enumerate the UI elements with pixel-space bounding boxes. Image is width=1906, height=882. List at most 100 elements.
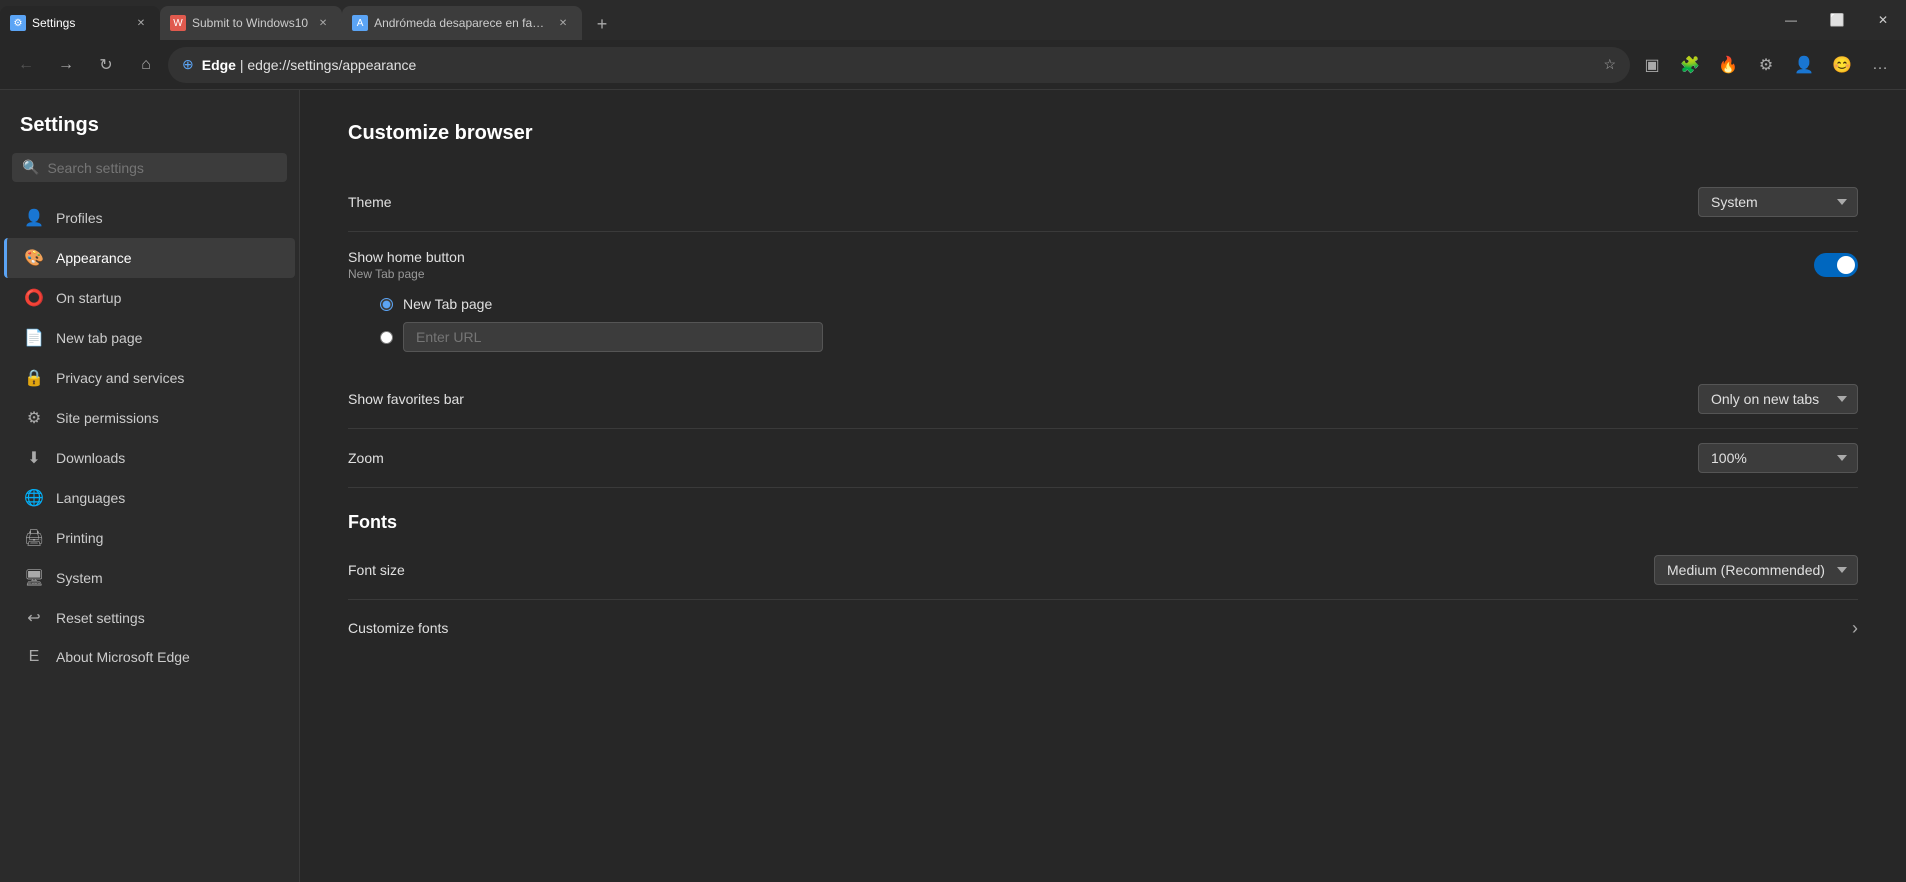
theme-setting-row: Theme System Light Dark <box>348 173 1858 232</box>
home-button-label-group: Show home button New Tab page <box>348 249 465 281</box>
rewards-button[interactable]: 🔥 <box>1710 47 1746 83</box>
titlebar: ⚙ Settings ✕ W Submit to Windows10 ✕ A A… <box>0 0 1906 40</box>
search-icon: 🔍 <box>22 159 39 176</box>
sidebar-label-profiles: Profiles <box>56 210 103 226</box>
radio-new-tab-page: New Tab page <box>380 296 1858 312</box>
radio-enter-url <box>380 322 1858 352</box>
sidebar-label-site-permissions: Site permissions <box>56 410 159 426</box>
window-controls: — ⬜ ✕ <box>1768 0 1906 40</box>
new-tab-button[interactable]: + <box>586 8 618 40</box>
sidebar-label-downloads: Downloads <box>56 450 125 466</box>
sidebar-item-on-startup[interactable]: ⭕ On startup <box>4 278 295 318</box>
extensions-button[interactable]: 🧩 <box>1672 47 1708 83</box>
search-settings-input[interactable] <box>47 160 277 176</box>
radio-new-tab-input[interactable] <box>380 298 393 311</box>
edge-logo-icon: ⊕ <box>182 56 194 73</box>
sidebar-label-privacy-services: Privacy and services <box>56 370 184 386</box>
address-url: edge://settings/appearance <box>247 57 416 73</box>
sidebar-icon-appearance: 🎨 <box>24 248 44 268</box>
back-button[interactable]: ← <box>8 47 44 83</box>
sidebar-item-reset-settings[interactable]: ↩ Reset settings <box>4 598 295 638</box>
sidebar-label-reset-settings: Reset settings <box>56 610 145 626</box>
sidebar-item-new-tab-page[interactable]: 📄 New tab page <box>4 318 295 358</box>
radio-url-input[interactable] <box>380 331 393 344</box>
minimize-button[interactable]: — <box>1768 4 1814 36</box>
tabs-area: ⚙ Settings ✕ W Submit to Windows10 ✕ A A… <box>0 0 1768 40</box>
close-button[interactable]: ✕ <box>1860 4 1906 36</box>
font-size-select[interactable]: Small Medium (Recommended) Large Very La… <box>1654 555 1858 585</box>
home-button-sublabel: New Tab page <box>348 267 465 281</box>
refresh-button[interactable]: ↻ <box>88 47 124 83</box>
tab-close-settings[interactable]: ✕ <box>132 14 150 32</box>
sidebar-label-system: System <box>56 570 103 586</box>
more-options-button[interactable]: … <box>1862 47 1898 83</box>
sidebar-icon-reset-settings: ↩ <box>24 608 44 628</box>
zoom-setting-row: Zoom 75% 85% 100% 110% 125% 150% 175% 20… <box>348 429 1858 488</box>
sidebar-item-privacy-services[interactable]: 🔒 Privacy and services <box>4 358 295 398</box>
sidebar-label-languages: Languages <box>56 490 125 506</box>
sidebar-item-site-permissions[interactable]: ⚙ Site permissions <box>4 398 295 438</box>
forward-button[interactable]: → <box>48 47 84 83</box>
home-button-label: Show home button <box>348 249 465 265</box>
nav-actions: ▣ 🧩 🔥 ⚙ 👤 😊 … <box>1634 47 1898 83</box>
tab-close-andromeda[interactable]: ✕ <box>554 14 572 32</box>
toggle-knob <box>1837 256 1855 274</box>
favorites-bar-label: Show favorites bar <box>348 391 464 407</box>
tab-andromeda[interactable]: A Andrómeda desaparece en favor… ✕ <box>342 6 582 40</box>
sidebar-item-about-edge[interactable]: E About Microsoft Edge <box>4 638 295 676</box>
favorites-icon[interactable]: ☆ <box>1603 56 1616 73</box>
chevron-right-icon: › <box>1852 618 1858 639</box>
sidebar-item-profiles[interactable]: 👤 Profiles <box>4 198 295 238</box>
theme-label: Theme <box>348 194 392 210</box>
tab-favicon-settings: ⚙ <box>10 15 26 31</box>
home-button-radio-group: New Tab page <box>348 288 1858 370</box>
sidebar-items-list: 👤 Profiles 🎨 Appearance ⭕ On startup 📄 N… <box>0 198 299 676</box>
sidebar-item-printing[interactable]: 🖨 Printing <box>4 518 295 558</box>
address-text: Edge | edge://settings/appearance <box>202 57 1596 73</box>
zoom-select[interactable]: 75% 85% 100% 110% 125% 150% 175% 200% <box>1698 443 1858 473</box>
sidebar-icon-about-edge: E <box>24 648 44 666</box>
sidebar-label-appearance: Appearance <box>56 250 132 266</box>
address-bar[interactable]: ⊕ Edge | edge://settings/appearance ☆ <box>168 47 1630 83</box>
collections-button[interactable]: ▣ <box>1634 47 1670 83</box>
sidebar-label-on-startup: On startup <box>56 290 121 306</box>
tab-close-submit-win10[interactable]: ✕ <box>314 14 332 32</box>
sidebar-item-languages[interactable]: 🌐 Languages <box>4 478 295 518</box>
sidebar-icon-downloads: ⬇ <box>24 448 44 468</box>
tab-submit-win10[interactable]: W Submit to Windows10 ✕ <box>160 6 342 40</box>
fonts-section-title: Fonts <box>348 512 1858 533</box>
theme-select[interactable]: System Light Dark <box>1698 187 1858 217</box>
tab-title-settings: Settings <box>32 16 126 30</box>
favorites-bar-setting-row: Show favorites bar Always Never Only on … <box>348 370 1858 429</box>
maximize-button[interactable]: ⬜ <box>1814 4 1860 36</box>
sidebar: Settings 🔍 👤 Profiles 🎨 Appearance ⭕ On … <box>0 90 300 882</box>
tab-settings[interactable]: ⚙ Settings ✕ <box>0 6 160 40</box>
sidebar-icon-printing: 🖨 <box>24 528 44 548</box>
tab-title-submit-win10: Submit to Windows10 <box>192 16 308 30</box>
sidebar-item-appearance[interactable]: 🎨 Appearance <box>4 238 295 278</box>
url-text-input[interactable] <box>403 322 823 352</box>
sidebar-icon-languages: 🌐 <box>24 488 44 508</box>
favorites-bar-select[interactable]: Always Never Only on new tabs <box>1698 384 1858 414</box>
sidebar-title: Settings <box>0 106 299 153</box>
home-button[interactable]: ⌂ <box>128 47 164 83</box>
sidebar-icon-system: 🖥 <box>24 568 44 588</box>
content-area: Customize browser Theme System Light Dar… <box>300 90 1906 882</box>
emoji-button[interactable]: 😊 <box>1824 47 1860 83</box>
font-size-label: Font size <box>348 562 405 578</box>
sidebar-item-system[interactable]: 🖥 System <box>4 558 295 598</box>
page-title: Customize browser <box>348 122 1858 145</box>
sidebar-icon-site-permissions: ⚙ <box>24 408 44 428</box>
settings-more-button[interactable]: ⚙ <box>1748 47 1784 83</box>
sidebar-label-printing: Printing <box>56 530 103 546</box>
sidebar-item-downloads[interactable]: ⬇ Downloads <box>4 438 295 478</box>
search-box[interactable]: 🔍 <box>12 153 287 182</box>
profile-button[interactable]: 👤 <box>1786 47 1822 83</box>
sidebar-icon-new-tab-page: 📄 <box>24 328 44 348</box>
radio-new-tab-label: New Tab page <box>403 296 492 312</box>
sidebar-label-new-tab-page: New tab page <box>56 330 142 346</box>
home-button-toggle[interactable] <box>1814 253 1858 277</box>
customize-fonts-row[interactable]: Customize fonts › <box>348 600 1858 656</box>
zoom-label: Zoom <box>348 450 384 466</box>
sidebar-icon-privacy-services: 🔒 <box>24 368 44 388</box>
